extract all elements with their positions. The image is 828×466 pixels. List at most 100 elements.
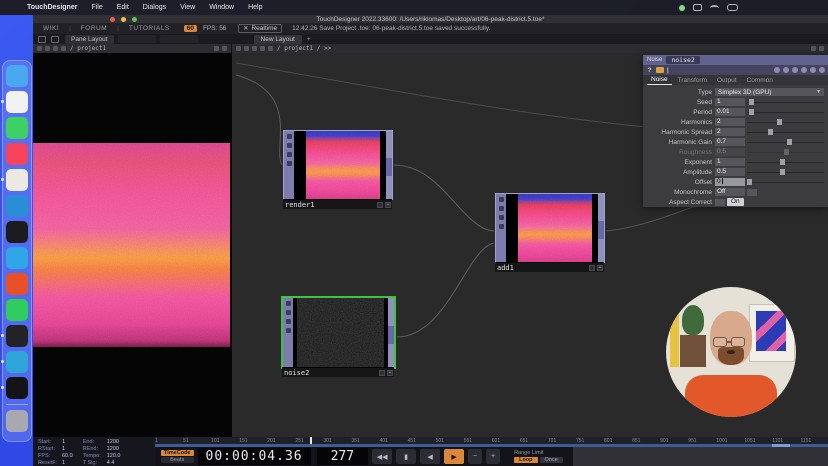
pane-back-icon[interactable] (252, 46, 257, 51)
param-slider-thumb[interactable] (777, 119, 782, 125)
window-title-bar[interactable]: TouchDesigner 2022.33600: /Users/rikloma… (33, 15, 828, 23)
node-flag-icon[interactable] (286, 301, 291, 306)
param-value-field[interactable]: 0.01 (715, 108, 745, 116)
play-forward-button[interactable]: ▶ (444, 449, 464, 464)
param-value-field[interactable]: 0.7 (715, 138, 745, 146)
node-noise2[interactable]: noise2+ (281, 296, 396, 369)
mode-button-timecode[interactable]: TimeCode (161, 450, 194, 456)
node-flag-icon[interactable] (286, 310, 291, 315)
menu-item-window[interactable]: Window (202, 4, 241, 11)
pane-options-icon[interactable] (811, 46, 816, 51)
param-row-period[interactable]: Period0.01 (643, 107, 828, 117)
left-pane-bar-end-icons[interactable] (214, 46, 227, 51)
pane-split-icon[interactable] (819, 46, 824, 51)
param-value-field[interactable]: 1 (715, 98, 745, 106)
param-value-field[interactable]: 0.5 (715, 148, 745, 156)
parameter-dialog-header[interactable]: Noise noise2 (643, 55, 828, 65)
tab-common[interactable]: Common (743, 77, 777, 85)
param-slider-thumb[interactable] (749, 109, 754, 115)
param-row-monochrome[interactable]: MonochromeOff (643, 187, 828, 197)
battery-icon[interactable] (693, 4, 702, 11)
toggle-box[interactable] (747, 189, 757, 196)
pane-stop-icon[interactable] (45, 46, 50, 51)
param-value-field[interactable]: 1 (715, 158, 745, 166)
node-side-strip-segment[interactable] (386, 158, 392, 176)
menu-item-file[interactable]: File (84, 4, 109, 11)
dock-item-tv-app[interactable] (6, 247, 28, 269)
param-slider[interactable] (747, 118, 824, 126)
node-flag-icon[interactable] (287, 143, 292, 148)
node-add1[interactable]: add1+ (495, 193, 605, 263)
param-value-field[interactable]: 0 (715, 178, 745, 186)
pane-bookmark-icon[interactable] (268, 46, 273, 51)
param-row-seed[interactable]: Seed1 (643, 97, 828, 107)
play-reverse-button[interactable]: ◀ (420, 449, 440, 464)
toggle-on-button[interactable]: On (727, 198, 744, 206)
dock-item-music[interactable] (6, 143, 28, 165)
param-slider-thumb[interactable] (780, 159, 785, 165)
node-flag-icon[interactable] (287, 152, 292, 157)
param-row-exponent[interactable]: Exponent1 (643, 157, 828, 167)
settings-gear-icon[interactable] (819, 67, 825, 73)
zoom-in-button[interactable]: + (486, 449, 500, 464)
param-slider[interactable] (747, 178, 824, 186)
menu-item-edit[interactable]: Edit (110, 4, 136, 11)
node-flag-icon[interactable] (499, 197, 504, 202)
param-row-roughness[interactable]: Roughness0.5 (643, 147, 828, 157)
node-flag-icon[interactable] (287, 134, 292, 139)
node-flag-icon[interactable] (499, 215, 504, 220)
param-row-amplitude[interactable]: Amplitude0.5 (643, 167, 828, 177)
toggle-box[interactable] (715, 199, 725, 206)
node-flag-icon[interactable] (286, 328, 291, 333)
pane-bookmark-icon[interactable] (61, 46, 66, 51)
node-side-strip-segment[interactable] (598, 221, 604, 239)
param-value-field[interactable]: 2 (715, 118, 745, 126)
layout-tab-slot[interactable] (118, 35, 156, 43)
pane-back-icon[interactable] (53, 46, 58, 51)
param-row-offset[interactable]: Offset0 (643, 177, 828, 187)
frame-display[interactable]: 277 (317, 448, 368, 465)
param-row-harmonic-gain[interactable]: Harmonic Gain0.7 (643, 137, 828, 147)
dock-item-design-app[interactable] (6, 221, 28, 243)
pane-menu-icon[interactable] (236, 46, 241, 51)
node-corner-buttons[interactable]: + (589, 265, 603, 271)
node-flag-icon[interactable] (286, 319, 291, 324)
param-slider[interactable] (747, 108, 824, 116)
field-value[interactable]: 120.0 (107, 453, 121, 459)
param-row-harmonics[interactable]: Harmonics2 (643, 117, 828, 127)
open-folder-icon[interactable] (656, 67, 664, 73)
node-flags[interactable] (496, 194, 506, 262)
mode-button-beats[interactable]: Beats (161, 457, 194, 463)
dock-item-slack[interactable] (6, 169, 28, 191)
dock-item-vscode[interactable] (6, 195, 28, 217)
dock-item-finder[interactable] (6, 65, 28, 87)
help-icon[interactable]: ? (646, 67, 653, 74)
python-icon[interactable] (801, 67, 807, 73)
control-center-icon[interactable] (727, 4, 738, 11)
dock-item-trash[interactable] (6, 410, 28, 432)
pause-button[interactable]: ▮ (396, 449, 416, 464)
menu-item-touchdesigner[interactable]: TouchDesigner (20, 4, 84, 11)
param-row-harmonic-spread[interactable]: Harmonic Spread2 (643, 127, 828, 137)
param-slider[interactable] (747, 168, 824, 176)
node-corner-buttons[interactable]: + (379, 370, 393, 376)
timeline-settings[interactable]: Start:1RStart:1FPS:60.0ResetF:1 End:1200… (33, 437, 155, 466)
language-toggle-icon[interactable] (792, 67, 798, 73)
playhead-marker[interactable] (310, 437, 312, 444)
pane-split-icon[interactable] (222, 46, 227, 51)
add-parameter-icon[interactable] (810, 67, 816, 73)
layout-tab-slot[interactable] (160, 35, 198, 43)
field-value[interactable]: 60.0 (62, 453, 73, 459)
menu-item-help[interactable]: Help (241, 4, 269, 11)
node-flags[interactable] (283, 298, 293, 367)
left-pane-path[interactable]: / project1 (70, 45, 106, 52)
node-render1[interactable]: render1+ (283, 130, 393, 200)
zoom-out-button[interactable]: − (468, 449, 482, 464)
param-slider[interactable] (747, 128, 824, 136)
network-pane-path[interactable]: / project1 / >> (277, 45, 331, 52)
target-fps-badge[interactable]: 60 (184, 25, 197, 32)
pane-forward-icon[interactable] (260, 46, 265, 51)
node-expand-icon[interactable]: + (385, 202, 391, 208)
dock-item-live-app[interactable] (6, 377, 28, 399)
menu-item-view[interactable]: View (173, 4, 202, 11)
